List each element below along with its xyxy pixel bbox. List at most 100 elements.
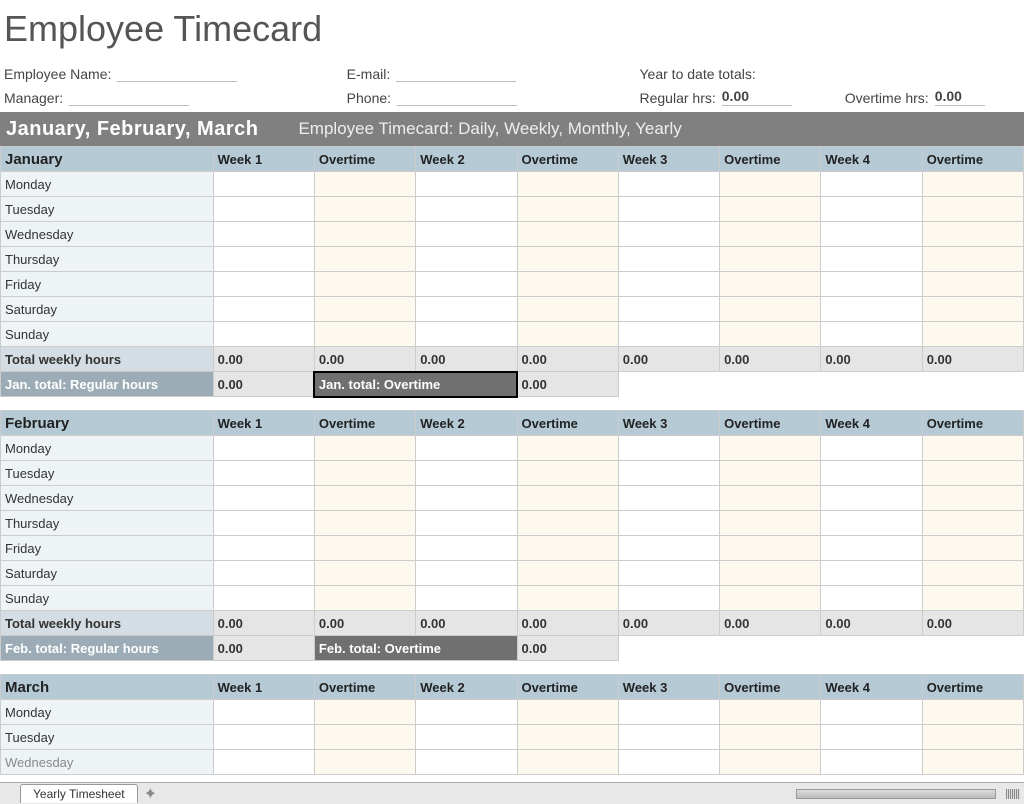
overtime-cell[interactable]: [517, 197, 618, 222]
manager-input[interactable]: [69, 88, 189, 106]
hours-cell[interactable]: [213, 272, 314, 297]
overtime-cell[interactable]: [922, 172, 1023, 197]
hours-cell[interactable]: [618, 436, 719, 461]
overtime-cell[interactable]: [720, 297, 821, 322]
overtime-cell[interactable]: [314, 297, 415, 322]
overtime-cell[interactable]: [517, 511, 618, 536]
overtime-cell[interactable]: [922, 197, 1023, 222]
regular-hrs-value[interactable]: 0.00: [722, 88, 792, 106]
overtime-cell[interactable]: [922, 536, 1023, 561]
overtime-cell[interactable]: [720, 197, 821, 222]
month-reg-value[interactable]: 0.00: [213, 372, 314, 397]
hours-cell[interactable]: [416, 297, 517, 322]
hours-cell[interactable]: [821, 222, 922, 247]
overtime-cell[interactable]: [922, 436, 1023, 461]
overtime-cell[interactable]: [314, 725, 415, 750]
overtime-cell[interactable]: [517, 322, 618, 347]
overtime-cell[interactable]: [720, 172, 821, 197]
overtime-cell[interactable]: [314, 700, 415, 725]
overtime-cell[interactable]: [720, 436, 821, 461]
overtime-cell[interactable]: [922, 486, 1023, 511]
hours-cell[interactable]: [618, 536, 719, 561]
overtime-cell[interactable]: [720, 486, 821, 511]
total-cell[interactable]: 0.00: [416, 347, 517, 372]
hours-cell[interactable]: [416, 322, 517, 347]
overtime-cell[interactable]: [314, 247, 415, 272]
hours-cell[interactable]: [213, 436, 314, 461]
overtime-cell[interactable]: [922, 272, 1023, 297]
total-cell[interactable]: 0.00: [821, 611, 922, 636]
overtime-cell[interactable]: [517, 297, 618, 322]
hours-cell[interactable]: [618, 700, 719, 725]
overtime-cell[interactable]: [922, 511, 1023, 536]
overtime-cell[interactable]: [314, 536, 415, 561]
employee-name-input[interactable]: [117, 64, 237, 82]
hours-cell[interactable]: [213, 725, 314, 750]
hours-cell[interactable]: [821, 197, 922, 222]
hours-cell[interactable]: [213, 297, 314, 322]
phone-input[interactable]: [397, 88, 517, 106]
hours-cell[interactable]: [213, 322, 314, 347]
hours-cell[interactable]: [821, 725, 922, 750]
hours-cell[interactable]: [416, 461, 517, 486]
email-input[interactable]: [396, 64, 516, 82]
hours-cell[interactable]: [213, 247, 314, 272]
hours-cell[interactable]: [821, 322, 922, 347]
hours-cell[interactable]: [821, 511, 922, 536]
overtime-cell[interactable]: [517, 561, 618, 586]
hours-cell[interactable]: [821, 750, 922, 775]
hours-cell[interactable]: [416, 247, 517, 272]
overtime-cell[interactable]: [922, 725, 1023, 750]
add-sheet-icon[interactable]: ✦: [144, 784, 157, 804]
overtime-cell[interactable]: [720, 322, 821, 347]
hours-cell[interactable]: [213, 536, 314, 561]
overtime-cell[interactable]: [720, 536, 821, 561]
total-cell[interactable]: 0.00: [720, 347, 821, 372]
hours-cell[interactable]: [213, 561, 314, 586]
hours-cell[interactable]: [618, 222, 719, 247]
hours-cell[interactable]: [821, 247, 922, 272]
total-cell[interactable]: 0.00: [213, 611, 314, 636]
total-cell[interactable]: 0.00: [618, 611, 719, 636]
hours-cell[interactable]: [618, 197, 719, 222]
total-cell[interactable]: 0.00: [314, 347, 415, 372]
overtime-cell[interactable]: [720, 561, 821, 586]
overtime-cell[interactable]: [517, 436, 618, 461]
hours-cell[interactable]: [416, 536, 517, 561]
hours-cell[interactable]: [821, 700, 922, 725]
hours-cell[interactable]: [213, 461, 314, 486]
hours-cell[interactable]: [416, 586, 517, 611]
hours-cell[interactable]: [618, 486, 719, 511]
hours-cell[interactable]: [618, 561, 719, 586]
hours-cell[interactable]: [416, 172, 517, 197]
tab-yearly-timesheet[interactable]: Yearly Timesheet: [20, 784, 138, 803]
hours-cell[interactable]: [416, 511, 517, 536]
overtime-cell[interactable]: [517, 725, 618, 750]
overtime-hrs-value[interactable]: 0.00: [935, 88, 985, 106]
hours-cell[interactable]: [618, 272, 719, 297]
hours-cell[interactable]: [821, 586, 922, 611]
overtime-cell[interactable]: [922, 750, 1023, 775]
overtime-cell[interactable]: [314, 222, 415, 247]
total-cell[interactable]: 0.00: [922, 611, 1023, 636]
total-cell[interactable]: 0.00: [314, 611, 415, 636]
overtime-cell[interactable]: [517, 586, 618, 611]
total-cell[interactable]: 0.00: [517, 611, 618, 636]
hours-cell[interactable]: [618, 461, 719, 486]
hours-cell[interactable]: [821, 436, 922, 461]
overtime-cell[interactable]: [517, 247, 618, 272]
total-cell[interactable]: 0.00: [213, 347, 314, 372]
overtime-cell[interactable]: [720, 700, 821, 725]
overtime-cell[interactable]: [314, 272, 415, 297]
hours-cell[interactable]: [416, 197, 517, 222]
hours-cell[interactable]: [618, 750, 719, 775]
overtime-cell[interactable]: [922, 297, 1023, 322]
hours-cell[interactable]: [821, 297, 922, 322]
hours-cell[interactable]: [416, 222, 517, 247]
hours-cell[interactable]: [618, 172, 719, 197]
overtime-cell[interactable]: [922, 222, 1023, 247]
overtime-cell[interactable]: [314, 322, 415, 347]
overtime-cell[interactable]: [517, 461, 618, 486]
hours-cell[interactable]: [821, 486, 922, 511]
month-reg-value[interactable]: 0.00: [213, 636, 314, 661]
